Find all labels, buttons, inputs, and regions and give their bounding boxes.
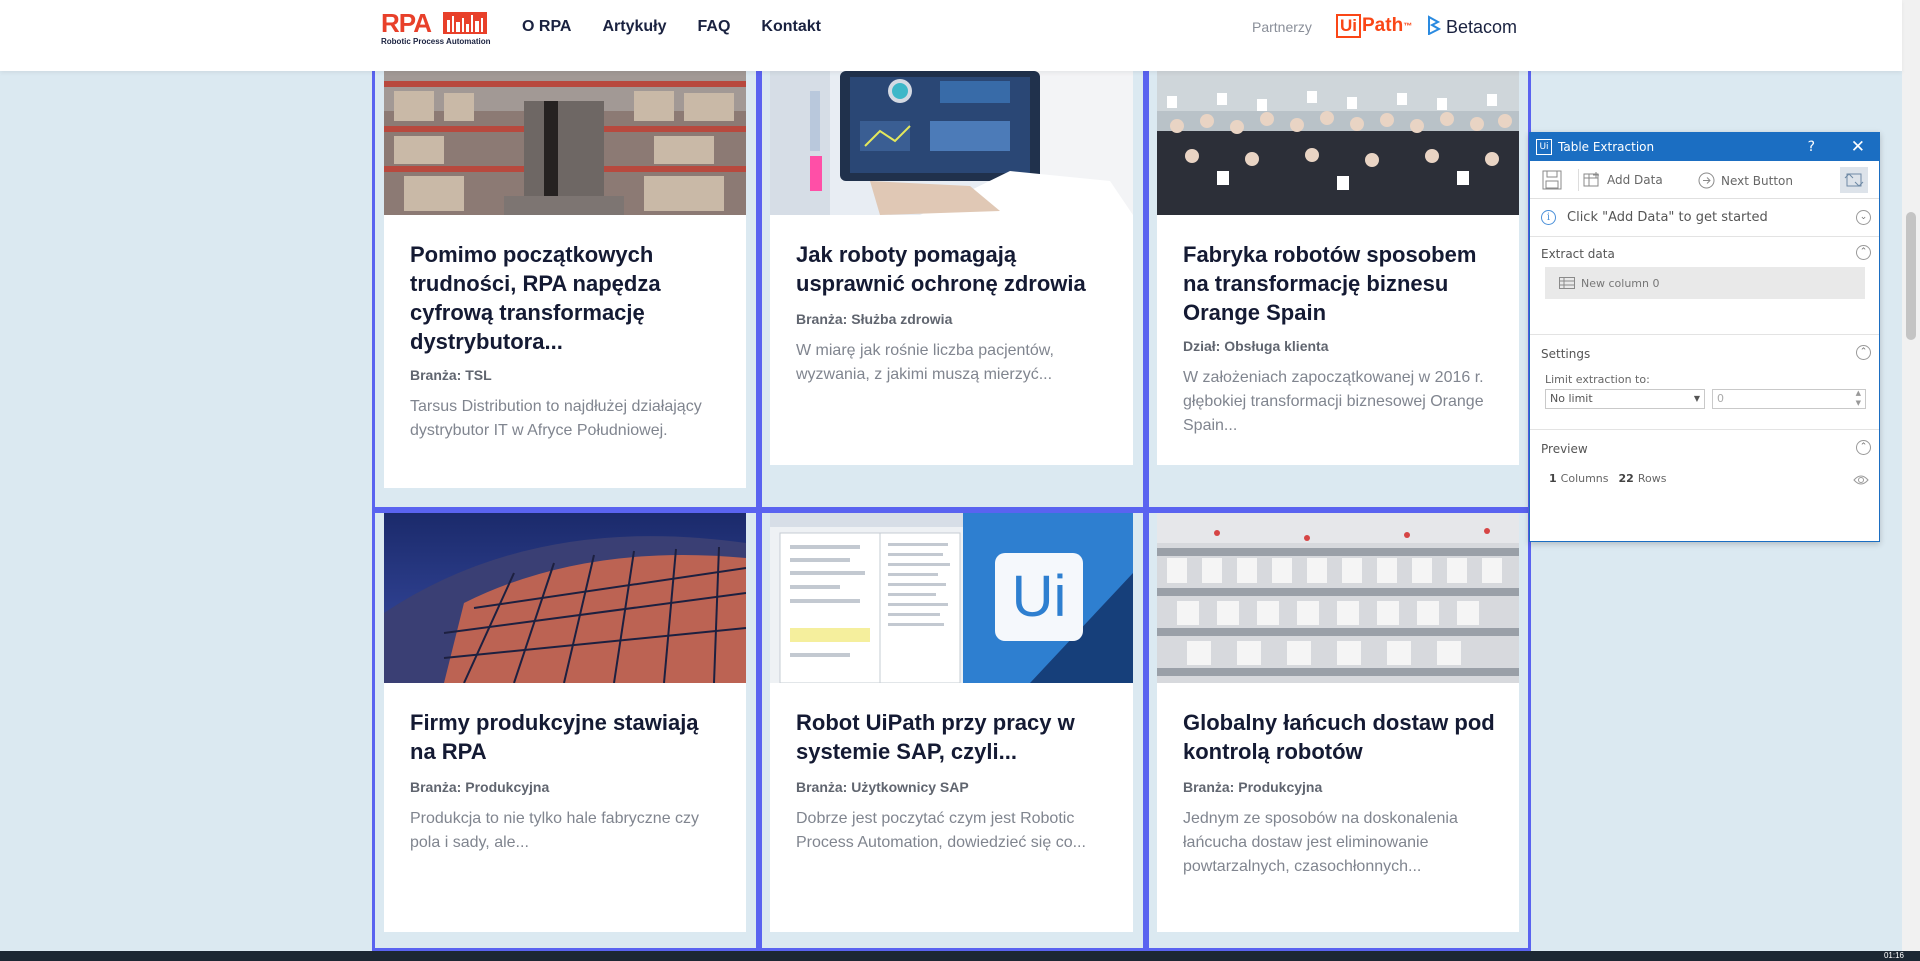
uipath-partner-logo[interactable]: Ui Path ™	[1336, 14, 1412, 38]
betacom-partner-logo[interactable]: Betacom	[1426, 15, 1517, 40]
close-icon[interactable]: ✕	[1851, 137, 1865, 157]
uipath-panel-icon: Ui	[1536, 139, 1552, 155]
betacom-icon	[1426, 15, 1442, 40]
logo-city-graphic	[443, 12, 487, 34]
limit-number-value: 0	[1717, 392, 1724, 405]
card-meta: Branża: Użytkownicy SAP	[796, 779, 969, 795]
scrollbar-thumb[interactable]	[1906, 212, 1916, 340]
save-icon[interactable]	[1542, 170, 1562, 190]
info-row: i Click "Add Data" to get started ⌄	[1530, 199, 1879, 237]
panel-titlebar[interactable]: Ui Table Extraction ? ✕	[1530, 133, 1879, 161]
group-photo-image	[1157, 71, 1519, 215]
add-data-button[interactable]: Add Data	[1583, 172, 1663, 188]
card-description: Produkcja to nie tylko hale fabryczne cz…	[410, 810, 700, 851]
card-meta: Dział: Obsługa klienta	[1183, 338, 1329, 354]
logo-subtext: Robotic Process Automation	[381, 37, 491, 46]
preview-header: Preview	[1541, 442, 1588, 456]
card-description: Tarsus Distribution to najdłużej działaj…	[410, 398, 702, 439]
refresh-icon[interactable]	[1840, 167, 1868, 193]
uipath-ui-box: Ui	[1336, 14, 1361, 38]
settings-header: Settings	[1541, 347, 1591, 361]
uipath-path-text: Path	[1362, 15, 1404, 36]
column-name: New column 0	[1581, 276, 1660, 290]
card-meta: Branża: Służba zdrowia	[796, 311, 953, 327]
next-button-icon	[1698, 172, 1715, 189]
chevron-down-icon[interactable]: ⌄	[1856, 210, 1871, 225]
extract-data-section: Extract data ⌃ New column 0	[1530, 237, 1879, 335]
limit-select-value: No limit	[1550, 392, 1593, 405]
card-meta: Branża: Produkcyjna	[410, 779, 550, 795]
card-meta: Branża: TSL	[410, 367, 492, 383]
card-title[interactable]: Robot UiPath przy pracy w systemie SAP, …	[796, 708, 1113, 766]
taskbar-clock: 01:16	[1883, 951, 1904, 960]
factory-line-image	[1157, 513, 1519, 683]
uipath-ui-logo: Ui	[1011, 564, 1067, 629]
add-data-icon	[1583, 172, 1599, 187]
warehouse-image	[384, 71, 746, 215]
eye-icon[interactable]	[1853, 471, 1869, 490]
medical-tablet-image	[770, 71, 1133, 215]
nav-link-kontakt[interactable]: Kontakt	[761, 18, 821, 36]
limit-select[interactable]: No limit ▼	[1545, 389, 1705, 409]
card-description: W miarę jak rośnie liczba pacjentów, wyz…	[796, 342, 1054, 383]
article-card[interactable]: Globalny łańcuch dostaw pod kontrolą rob…	[1157, 513, 1519, 932]
add-data-label: Add Data	[1607, 173, 1663, 187]
help-icon[interactable]: ?	[1808, 139, 1815, 155]
nav-link-artykuly[interactable]: Artykuły	[602, 18, 666, 36]
column-chip[interactable]: New column 0	[1545, 267, 1865, 299]
article-card[interactable]: Firmy produkcyjne stawiają na RPA Branża…	[384, 513, 746, 932]
card-title[interactable]: Firmy produkcyjne stawiają na RPA	[410, 708, 726, 766]
card-title[interactable]: Pomimo początkowych trudności, RPA napęd…	[410, 240, 726, 356]
card-title[interactable]: Jak roboty pomagają usprawnić ochronę zd…	[796, 240, 1113, 298]
card-description: Jednym ze sposobów na doskonalenia łańcu…	[1183, 810, 1458, 875]
chevron-up-icon[interactable]: ⌃	[1856, 245, 1871, 260]
page-scrollbar[interactable]	[1902, 0, 1920, 951]
panel-toolbar: Add Data Next Button	[1530, 161, 1879, 199]
dropdown-arrow-icon: ▼	[1693, 394, 1700, 403]
uipath-tm: ™	[1403, 21, 1413, 31]
partners-label: Partnerzy	[1252, 19, 1312, 35]
rpa-logo[interactable]: RPA Robotic Process Automation	[381, 10, 491, 46]
card-description: W założeniach zapoczątkowanej w 2016 r. …	[1183, 369, 1484, 434]
next-button-button[interactable]: Next Button	[1698, 172, 1793, 189]
main-nav: O RPA Artykuły FAQ Kontakt	[522, 18, 821, 36]
table-extraction-panel: Ui Table Extraction ? ✕ Add Data Next Bu…	[1529, 132, 1880, 542]
betacom-text: Betacom	[1446, 17, 1518, 37]
glass-building-image	[384, 513, 746, 683]
uipath-sap-screenshot-image: Ui	[770, 513, 1133, 683]
os-taskbar: 01:16	[0, 951, 1920, 961]
rows-count: 22	[1618, 472, 1634, 485]
preview-section: Preview ⌃ 1 Columns 22 Rows	[1530, 431, 1879, 541]
next-button-label: Next Button	[1721, 173, 1793, 188]
article-card[interactable]: Pomimo początkowych trudności, RPA napęd…	[384, 71, 746, 488]
panel-title: Table Extraction	[1558, 140, 1655, 154]
spinner-icon[interactable]: ▲ ▼	[1856, 388, 1861, 408]
toolbar-separator	[1578, 169, 1579, 191]
nav-link-o-rpa[interactable]: O RPA	[522, 18, 571, 36]
card-title[interactable]: Fabryka robotów sposobem na transformacj…	[1183, 240, 1499, 327]
extract-data-header: Extract data	[1541, 247, 1615, 261]
column-icon	[1559, 277, 1575, 289]
card-meta: Branża: Produkcyjna	[1183, 779, 1323, 795]
limit-label: Limit extraction to:	[1545, 373, 1650, 386]
article-card[interactable]: Ui Robot UiPath przy pracy w systemie SA…	[770, 513, 1133, 932]
info-message: Click "Add Data" to get started	[1567, 210, 1768, 225]
site-header: RPA Robotic Process Automation O RPA Art…	[0, 0, 1902, 71]
card-title[interactable]: Globalny łańcuch dostaw pod kontrolą rob…	[1183, 708, 1499, 766]
chevron-up-icon[interactable]: ⌃	[1856, 345, 1871, 360]
columns-label: Columns	[1560, 472, 1609, 485]
preview-counts: 1 Columns 22 Rows	[1549, 472, 1666, 485]
limit-number-input[interactable]: 0 ▲ ▼	[1712, 389, 1866, 409]
info-icon: i	[1541, 210, 1556, 225]
article-card[interactable]: Jak roboty pomagają usprawnić ochronę zd…	[770, 71, 1133, 465]
nav-link-faq[interactable]: FAQ	[698, 18, 731, 36]
rows-label: Rows	[1637, 472, 1667, 485]
settings-section: Settings ⌃ Limit extraction to: No limit…	[1530, 336, 1879, 430]
card-description: Dobrze jest poczytać czym jest Robotic P…	[796, 810, 1086, 851]
columns-count: 1	[1549, 472, 1557, 485]
chevron-up-icon[interactable]: ⌃	[1856, 440, 1871, 455]
article-card[interactable]: Fabryka robotów sposobem na transformacj…	[1157, 71, 1519, 465]
